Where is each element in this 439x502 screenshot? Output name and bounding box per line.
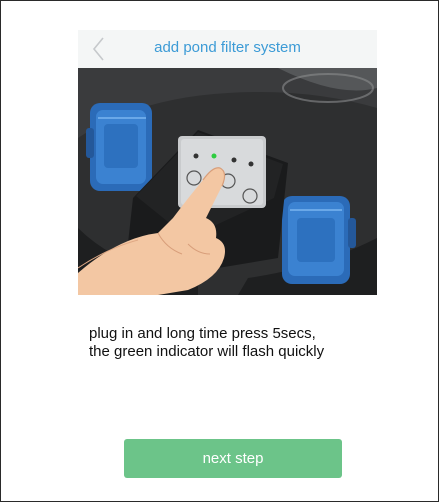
instruction-text: plug in and long time press 5secs, the g…	[89, 325, 419, 361]
app-window: add pond filter system plug in and long …	[0, 0, 439, 502]
instruction-line-1: plug in and long time press 5secs,	[89, 325, 316, 342]
device-photo	[78, 68, 377, 295]
nav-header: add pond filter system	[78, 30, 377, 68]
next-step-button[interactable]: next step	[124, 439, 342, 478]
left-socket-image	[86, 103, 152, 191]
instruction-line-2: the green indicator will flash quickly	[89, 343, 325, 360]
page-title: add pond filter system	[154, 39, 301, 56]
green-indicator	[211, 153, 217, 159]
right-socket-image	[282, 196, 356, 284]
